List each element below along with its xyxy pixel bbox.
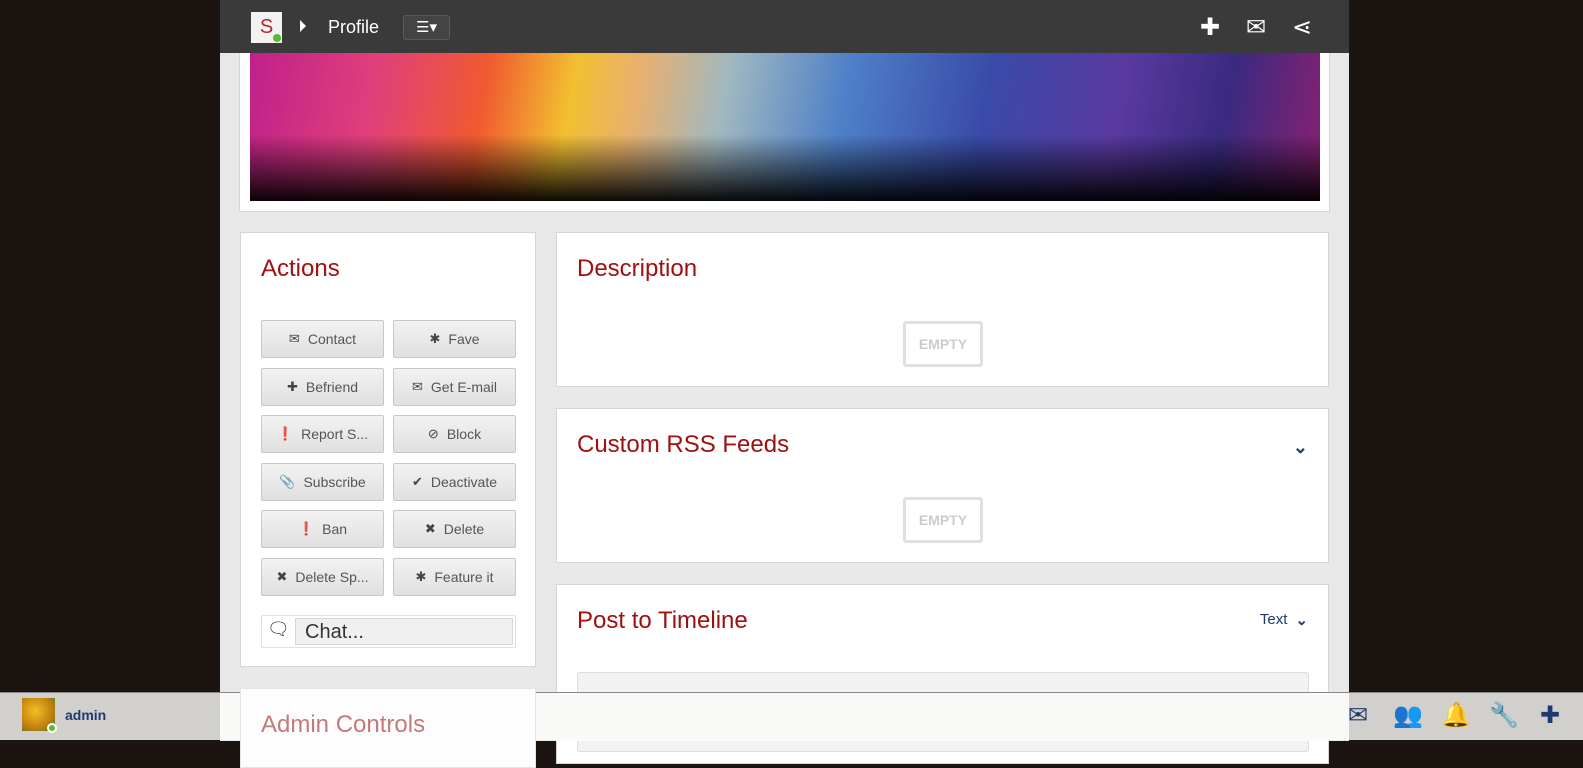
admin-controls-panel: Admin Controls: [240, 688, 536, 768]
online-indicator: [273, 34, 281, 42]
envelope-icon[interactable]: ✉: [1243, 13, 1269, 42]
action-icon: ❗: [297, 521, 315, 536]
action-button-report-s[interactable]: ❗ Report S...: [261, 415, 384, 453]
action-label: Report S...: [301, 426, 369, 442]
chat-input[interactable]: Chat...: [295, 618, 513, 645]
action-icon: ✉: [411, 378, 423, 394]
banner-panel: [239, 53, 1330, 212]
users-icon[interactable]: 👥: [1393, 701, 1423, 730]
action-button-get-e-mail[interactable]: ✉ Get E-mail: [393, 367, 516, 406]
bottom-bar: admin ✉ 👥 🔔 🔧 ✚: [0, 692, 1583, 741]
plus-icon[interactable]: ✚: [1197, 13, 1223, 42]
plus-icon[interactable]: ✚: [1537, 701, 1563, 730]
action-label: Block: [446, 426, 482, 442]
action-label: Subscribe: [303, 473, 366, 490]
main-column: S Profile ☰▾ ✚ ✉ ⋖ Actions ✉ Contact ✱ Fave…: [220, 0, 1349, 768]
action-icon: ✖: [424, 521, 436, 536]
action-icon: ✚: [286, 378, 298, 394]
avatar[interactable]: [22, 698, 57, 733]
banner-image: [250, 53, 1320, 201]
action-button-feature-it[interactable]: ✱ Feature it: [393, 557, 516, 596]
chevron-down-icon[interactable]: ⌄: [1293, 437, 1308, 458]
action-button-ban[interactable]: ❗ Ban: [261, 510, 384, 548]
action-button-block[interactable]: ⊘ Block: [393, 415, 516, 453]
action-label: Delete Sp...: [295, 568, 369, 585]
description-title: Description: [577, 255, 698, 282]
action-icon: ⊘: [427, 426, 439, 441]
action-button-delete[interactable]: ✖ Delete: [393, 510, 516, 548]
action-label: Fave: [448, 331, 480, 347]
admin-controls-title: Admin Controls: [261, 711, 426, 738]
post-type-dropdown[interactable]: Text ⌄: [1260, 611, 1308, 629]
action-label: Contact: [307, 331, 357, 347]
timeline-title: Post to Timeline: [577, 607, 748, 634]
caret-right-icon: [300, 20, 306, 32]
action-icon: 📎: [279, 473, 296, 489]
rss-panel: Custom RSS Feeds ⌄ EMPTY: [556, 408, 1329, 563]
action-label: Deactivate: [430, 473, 498, 490]
action-label: Ban: [322, 521, 348, 537]
empty-badge: EMPTY: [903, 497, 983, 543]
action-icon: ✱: [429, 331, 441, 346]
envelope-icon[interactable]: ✉: [1345, 701, 1371, 730]
action-label: Get E-mail: [430, 378, 498, 395]
action-icon: ✱: [415, 568, 427, 584]
action-icon: ✔: [411, 473, 423, 489]
empty-badge: EMPTY: [903, 321, 983, 367]
actions-panel: Actions ✉ Contact ✱ Fave ✚ Befriend ✉ Get E-mai…: [240, 232, 536, 667]
actions-title: Actions: [261, 255, 340, 282]
action-button-deactivate[interactable]: ✔ Deactivate: [393, 462, 516, 501]
username[interactable]: admin: [65, 707, 106, 723]
action-label: Feature it: [434, 568, 494, 585]
online-indicator: [47, 723, 57, 733]
action-icon: ❗: [276, 426, 294, 441]
action-icon: ✉: [288, 331, 300, 346]
action-button-fave[interactable]: ✱ Fave: [393, 320, 516, 358]
chevron-down-icon: ⌄: [1295, 612, 1308, 629]
share-icon[interactable]: ⋖: [1289, 13, 1315, 42]
page-title: Profile: [328, 17, 380, 37]
action-button-befriend[interactable]: ✚ Befriend: [261, 367, 384, 406]
rss-title: Custom RSS Feeds: [577, 431, 790, 458]
wrench-icon[interactable]: 🔧: [1489, 701, 1519, 730]
site-logo[interactable]: S: [251, 12, 282, 43]
action-button-contact[interactable]: ✉ Contact: [261, 320, 384, 358]
top-bar: S Profile ☰▾ ✚ ✉ ⋖: [220, 0, 1349, 53]
action-button-delete-sp[interactable]: ✖ Delete Sp...: [261, 557, 384, 596]
menu-dropdown-button[interactable]: ☰▾: [403, 15, 450, 40]
action-button-subscribe[interactable]: 📎 Subscribe: [261, 462, 384, 501]
chat-box: 🗨 Chat...: [261, 615, 516, 648]
action-label: Befriend: [305, 378, 359, 395]
description-panel: Description EMPTY: [556, 232, 1329, 387]
chat-bubbles-icon: 🗨: [267, 619, 290, 639]
action-label: Delete: [443, 521, 485, 537]
post-type-label: Text: [1259, 611, 1288, 628]
bell-icon[interactable]: 🔔: [1441, 701, 1471, 730]
action-icon: ✖: [276, 568, 288, 584]
logo-letter: S: [259, 16, 274, 38]
